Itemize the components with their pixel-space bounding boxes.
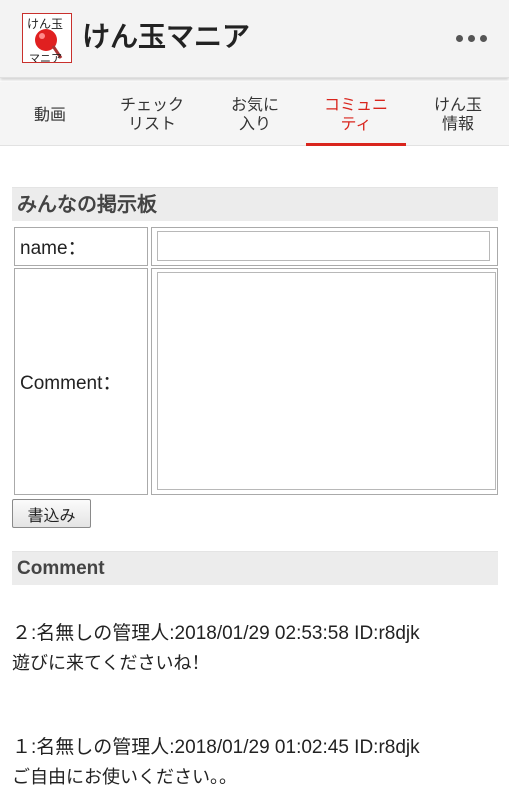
name-label: name： bbox=[14, 227, 148, 266]
dot-icon bbox=[479, 34, 487, 42]
tab-favorites[interactable]: お気に 入り bbox=[205, 82, 305, 146]
submit-button[interactable]: 書込み bbox=[12, 499, 91, 528]
comment-meta: ２:名無しの管理人:2018/01/29 02:53:58 ID:r8djk bbox=[12, 623, 420, 644]
tab-kendama-info[interactable]: けん玉 情報 bbox=[408, 82, 508, 146]
board-heading: みんなの掲示板 bbox=[12, 187, 498, 221]
svg-text:マニア: マニア bbox=[29, 52, 62, 63]
app-logo: けん玉 マニア bbox=[22, 13, 72, 63]
tab-community[interactable]: コミュニ ティ bbox=[306, 82, 406, 146]
comment-body: ご自由にお使いください。。 bbox=[12, 767, 237, 788]
comment-meta: １:名無しの管理人:2018/01/29 01:02:45 ID:r8djk bbox=[12, 737, 420, 758]
tab-videos[interactable]: 動画 bbox=[0, 82, 100, 146]
comment-post: ２:名無しの管理人:2018/01/29 02:53:58 ID:r8djk 遊… bbox=[12, 619, 502, 679]
dot-icon bbox=[467, 34, 475, 42]
app-bar: けん玉 マニア けん玉マニア bbox=[0, 0, 509, 78]
tab-checklist[interactable]: チェック リスト bbox=[102, 82, 202, 146]
comment-body: 遊びに来てくださいね！ bbox=[12, 653, 210, 674]
more-options-icon[interactable] bbox=[452, 24, 490, 52]
comment-label: Comment： bbox=[14, 268, 148, 495]
comments-heading: Comment bbox=[12, 551, 498, 585]
dot-icon bbox=[455, 34, 463, 42]
comment-textarea[interactable] bbox=[157, 272, 496, 490]
comment-post: １:名無しの管理人:2018/01/29 01:02:45 ID:r8djk ご… bbox=[12, 733, 502, 793]
tab-bar: 動画 チェック リスト お気に 入り コミュニ ティ けん玉 情報 bbox=[0, 82, 509, 146]
name-input[interactable] bbox=[157, 231, 490, 261]
app-title: けん玉マニア bbox=[82, 20, 251, 53]
svg-text:けん玉: けん玉 bbox=[27, 17, 63, 31]
